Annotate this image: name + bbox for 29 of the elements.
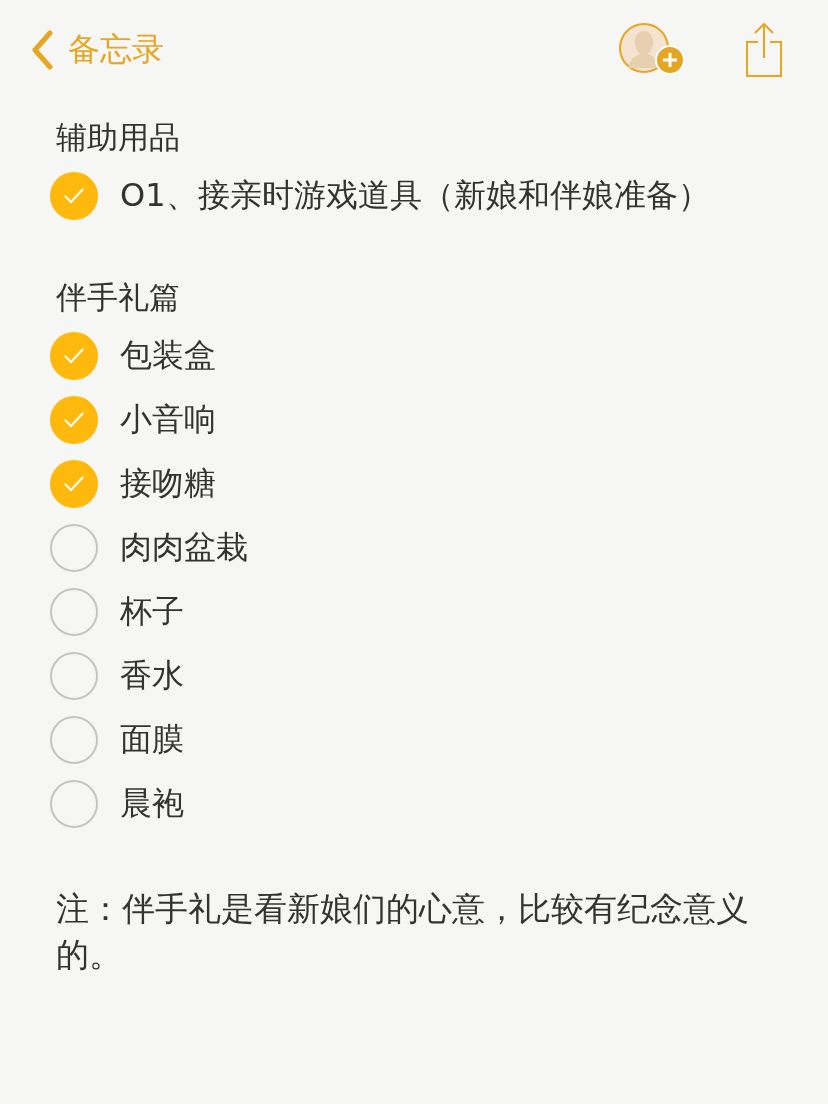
checkbox[interactable] xyxy=(50,524,98,572)
checklist-item: 晨袍 xyxy=(120,783,184,824)
back-chevron-icon xyxy=(30,30,54,70)
section-heading: 伴手礼篇 xyxy=(56,278,181,317)
checkmark-icon xyxy=(62,474,86,494)
checkmark-icon xyxy=(62,186,86,206)
checkbox[interactable] xyxy=(50,716,98,764)
checklist-item: 小音响 xyxy=(120,399,216,440)
checkbox[interactable] xyxy=(50,172,98,220)
checklist-item: 香水 xyxy=(120,655,184,696)
checklist-item: 面膜 xyxy=(120,719,184,760)
checklist-item: O1、接亲时游戏道具（新娘和伴娘准备） xyxy=(120,175,710,216)
section-heading: 辅助用品 xyxy=(56,118,181,157)
checkbox[interactable] xyxy=(50,332,98,380)
note-text: 注：伴手礼是看新娘们的心意，比较有纪念意义的。 xyxy=(56,888,750,976)
checklist-item: 肉肉盆栽 xyxy=(120,527,248,568)
checkbox[interactable] xyxy=(50,588,98,636)
back-button[interactable]: 备忘录 xyxy=(30,28,164,72)
checkbox[interactable] xyxy=(50,396,98,444)
share-icon[interactable] xyxy=(744,22,784,78)
checkmark-icon xyxy=(62,410,86,430)
checklist-item: 接吻糖 xyxy=(120,463,216,504)
checklist-item: 杯子 xyxy=(120,591,184,632)
checkbox[interactable] xyxy=(50,460,98,508)
checkmark-icon xyxy=(62,346,86,366)
add-person-icon[interactable] xyxy=(618,22,686,78)
checkbox[interactable] xyxy=(50,780,98,828)
checkbox[interactable] xyxy=(50,652,98,700)
checklist-item: 包装盒 xyxy=(120,335,216,376)
